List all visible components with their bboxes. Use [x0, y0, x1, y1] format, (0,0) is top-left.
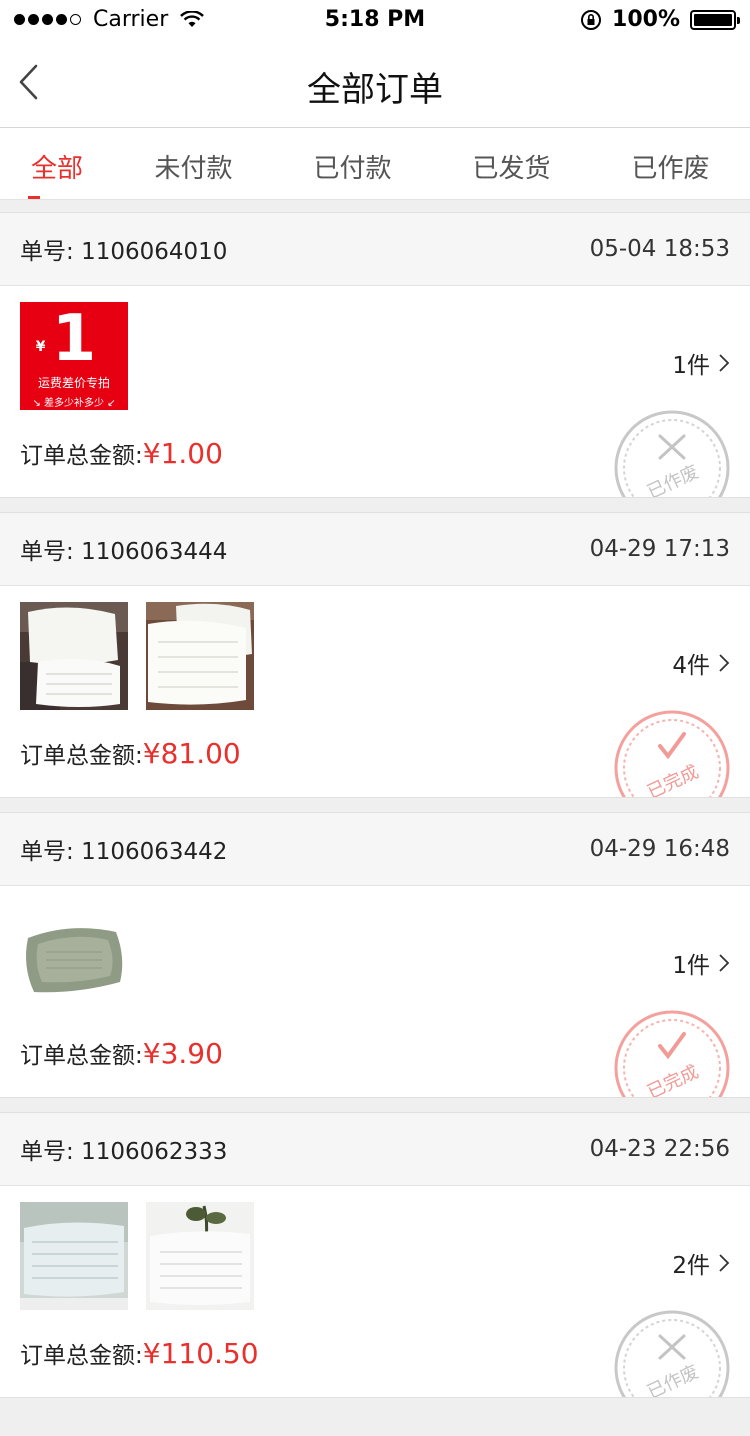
order-card[interactable]: 单号: 1106063442 04-29 16:48 1件 订单总金额: ¥3.… [0, 812, 750, 1098]
status-bar: Carrier 5:18 PM 100% [0, 0, 750, 40]
page-title: 全部订单 [307, 70, 443, 110]
promo-yen: ¥ [35, 339, 46, 355]
order-number: 1106063442 [81, 839, 228, 865]
order-total: 订单总金额: ¥110.50 [20, 1336, 259, 1370]
product-image-pillow[interactable] [20, 1202, 128, 1310]
chevron-right-icon [719, 1254, 730, 1272]
order-total-amount: ¥110.50 [142, 1337, 259, 1370]
product-image-pillow[interactable] [146, 602, 254, 710]
item-count-link[interactable]: 2件 [672, 1246, 730, 1280]
rotation-lock-icon [581, 9, 602, 30]
order-total-label: 订单总金额: [20, 1343, 143, 1369]
product-thumbs [20, 902, 128, 1010]
product-image-green-pillow[interactable] [20, 902, 128, 1010]
order-body: 2件 订单总金额: ¥110.50 已作废 [0, 1186, 750, 1397]
order-total-label: 订单总金额: [20, 443, 143, 469]
product-image-pillow[interactable] [20, 602, 128, 710]
battery-icon [690, 9, 740, 30]
chevron-right-icon [719, 354, 730, 372]
order-body: 4件 订单总金额: ¥81.00 已完成 [0, 586, 750, 797]
battery-label: 100% [612, 7, 680, 32]
stamp-text: 已作废 [644, 1361, 702, 1398]
item-count-link[interactable]: 4件 [672, 646, 730, 680]
item-count: 2件 [672, 1253, 710, 1279]
order-time: 04-23 22:56 [589, 1136, 730, 1162]
order-total-amount: ¥81.00 [142, 737, 241, 770]
stamp-text: 已完成 [644, 761, 702, 798]
tab-shipped[interactable]: 已发货 [432, 128, 591, 199]
order-number-wrap: 单号: 1106063444 [20, 532, 227, 566]
voided-stamp-icon: 已作废 [614, 410, 730, 498]
voided-stamp-icon: 已作废 [614, 1310, 730, 1398]
completed-stamp-icon: 已完成 [614, 710, 730, 798]
stamp-text: 已作废 [644, 461, 702, 498]
order-number-label: 单号: [20, 239, 74, 265]
order-number: 1106063444 [81, 539, 228, 565]
order-number-wrap: 单号: 1106063442 [20, 832, 227, 866]
item-count: 1件 [672, 953, 710, 979]
order-total: 订单总金额: ¥3.90 [20, 1036, 223, 1070]
product-thumbs: ¥ 1 运费差价专拍 ↘ 差多少补多少 ↙ [20, 302, 128, 410]
order-number: 1106062333 [81, 1139, 228, 1165]
chevron-right-icon [719, 954, 730, 972]
order-card[interactable]: 单号: 1106064010 05-04 18:53 ¥ 1 运费差价专拍 ↘ … [0, 212, 750, 498]
order-header: 单号: 1106064010 05-04 18:53 [0, 213, 750, 286]
tab-unpaid[interactable]: 未付款 [114, 128, 273, 199]
order-total-amount: ¥1.00 [142, 437, 223, 470]
item-count-link[interactable]: 1件 [672, 346, 730, 380]
order-header: 单号: 1106062333 04-23 22:56 [0, 1113, 750, 1186]
item-count-link[interactable]: 1件 [672, 946, 730, 980]
order-number-wrap: 单号: 1106064010 [20, 232, 227, 266]
item-count: 1件 [672, 353, 710, 379]
order-time: 05-04 18:53 [589, 236, 730, 262]
order-time: 04-29 17:13 [589, 536, 730, 562]
tab-voided[interactable]: 已作废 [591, 128, 750, 199]
order-number-label: 单号: [20, 1139, 74, 1165]
product-image-pillow[interactable] [146, 1202, 254, 1310]
order-number: 1106064010 [81, 239, 228, 265]
order-number-label: 单号: [20, 539, 74, 565]
promo-line-1: 运费差价专拍 [37, 376, 110, 390]
order-body: 1件 订单总金额: ¥3.90 已完成 [0, 886, 750, 1097]
completed-stamp-icon: 已完成 [614, 1010, 730, 1098]
promo-number: ¥ 1 [36, 306, 97, 372]
nav-bar: 全部订单 [0, 40, 750, 128]
order-total-label: 订单总金额: [20, 743, 143, 769]
order-total: 订单总金额: ¥81.00 [20, 736, 241, 770]
item-count: 4件 [672, 653, 710, 679]
promo-line-2: ↘ 差多少补多少 ↙ [32, 398, 116, 409]
order-total: 订单总金额: ¥1.00 [20, 436, 223, 470]
status-right: 100% [580, 7, 740, 32]
product-thumbs [20, 602, 254, 710]
order-time: 04-29 16:48 [589, 836, 730, 862]
order-number-label: 单号: [20, 839, 74, 865]
product-thumbs [20, 1202, 254, 1310]
chevron-right-icon [719, 654, 730, 672]
order-card[interactable]: 单号: 1106062333 04-23 22:56 2件 订单总金额: ¥11… [0, 1112, 750, 1398]
order-header: 单号: 1106063442 04-29 16:48 [0, 813, 750, 886]
promo-digit: 1 [51, 302, 97, 376]
order-card[interactable]: 单号: 1106063444 04-29 17:13 4件 订单总金额: ¥81… [0, 512, 750, 798]
order-total-amount: ¥3.90 [142, 1037, 223, 1070]
order-header: 单号: 1106063444 04-29 17:13 [0, 513, 750, 586]
order-body: ¥ 1 运费差价专拍 ↘ 差多少补多少 ↙ 1件 订单总金额: ¥1.00 已作… [0, 286, 750, 497]
order-list: 单号: 1106064010 05-04 18:53 ¥ 1 运费差价专拍 ↘ … [0, 200, 750, 1398]
order-total-label: 订单总金额: [20, 1043, 143, 1069]
product-image-shipping-promo[interactable]: ¥ 1 运费差价专拍 ↘ 差多少补多少 ↙ [20, 302, 128, 410]
stamp-text: 已完成 [644, 1061, 702, 1098]
order-number-wrap: 单号: 1106062333 [20, 1132, 227, 1166]
tab-bar: 全部 未付款 已付款 已发货 已作废 [0, 128, 750, 200]
tab-all[interactable]: 全部 [0, 128, 114, 199]
tab-paid[interactable]: 已付款 [273, 128, 432, 199]
